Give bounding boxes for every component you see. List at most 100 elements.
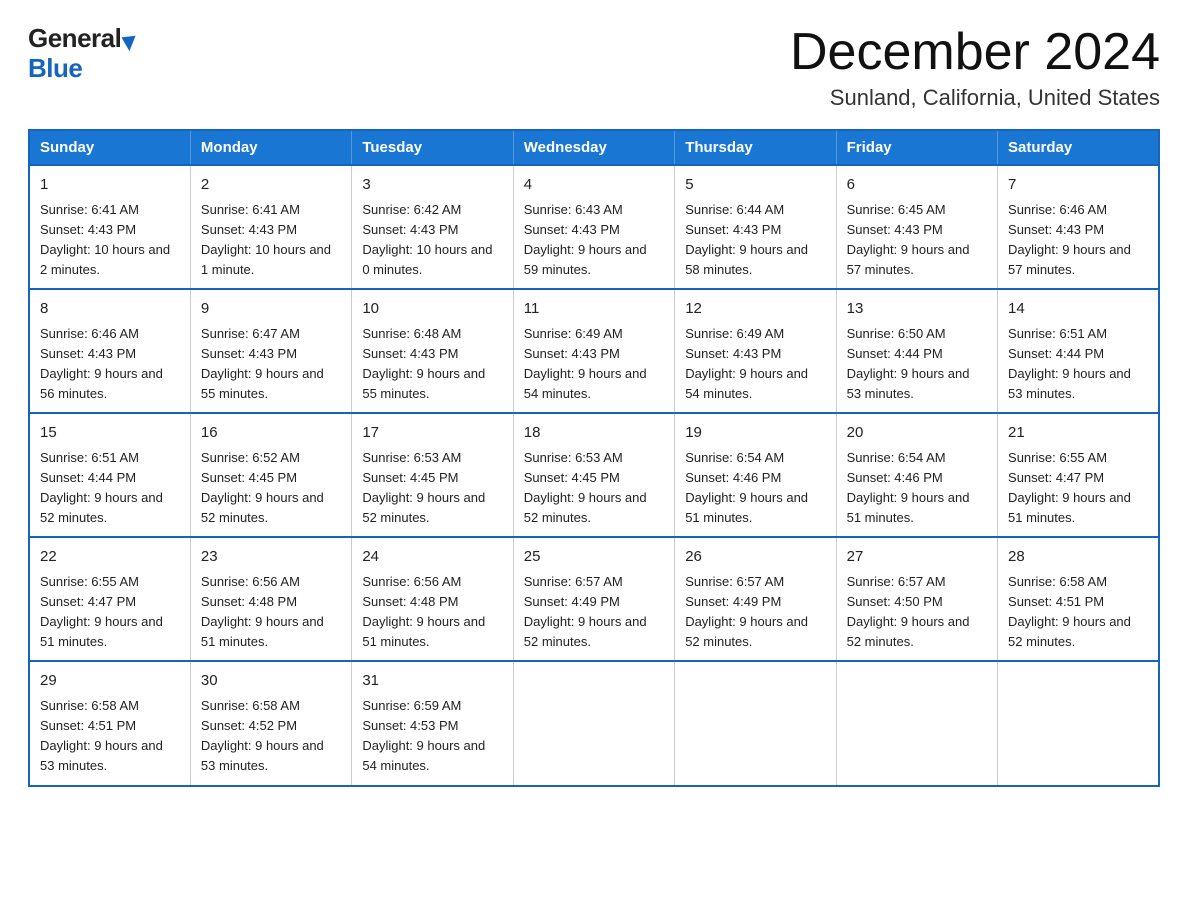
- calendar-weekday-saturday: Saturday: [998, 130, 1159, 165]
- day-number: 16: [201, 422, 341, 445]
- calendar-cell: 29 Sunrise: 6:58 AMSunset: 4:51 PMDaylig…: [29, 661, 190, 785]
- day-number: 18: [524, 422, 664, 445]
- calendar-cell: 27 Sunrise: 6:57 AMSunset: 4:50 PMDaylig…: [836, 537, 997, 661]
- calendar-cell: 7 Sunrise: 6:46 AMSunset: 4:43 PMDayligh…: [998, 165, 1159, 289]
- calendar-cell: 22 Sunrise: 6:55 AMSunset: 4:47 PMDaylig…: [29, 537, 190, 661]
- day-info: Sunrise: 6:56 AMSunset: 4:48 PMDaylight:…: [201, 574, 324, 649]
- logo: General Blue: [28, 24, 137, 84]
- day-info: Sunrise: 6:42 AMSunset: 4:43 PMDaylight:…: [362, 202, 492, 277]
- day-info: Sunrise: 6:58 AMSunset: 4:51 PMDaylight:…: [40, 698, 163, 773]
- day-number: 21: [1008, 422, 1148, 445]
- calendar-cell: 28 Sunrise: 6:58 AMSunset: 4:51 PMDaylig…: [998, 537, 1159, 661]
- calendar-cell: 1 Sunrise: 6:41 AMSunset: 4:43 PMDayligh…: [29, 165, 190, 289]
- calendar-cell: 8 Sunrise: 6:46 AMSunset: 4:43 PMDayligh…: [29, 289, 190, 413]
- day-number: 13: [847, 298, 987, 321]
- day-number: 23: [201, 546, 341, 569]
- calendar-cell: [998, 661, 1159, 785]
- calendar-week-row: 15 Sunrise: 6:51 AMSunset: 4:44 PMDaylig…: [29, 413, 1159, 537]
- calendar-cell: 11 Sunrise: 6:49 AMSunset: 4:43 PMDaylig…: [513, 289, 674, 413]
- day-number: 2: [201, 174, 341, 197]
- day-info: Sunrise: 6:57 AMSunset: 4:50 PMDaylight:…: [847, 574, 970, 649]
- day-number: 15: [40, 422, 180, 445]
- calendar-cell: [675, 661, 836, 785]
- day-info: Sunrise: 6:46 AMSunset: 4:43 PMDaylight:…: [40, 326, 163, 401]
- day-info: Sunrise: 6:43 AMSunset: 4:43 PMDaylight:…: [524, 202, 647, 277]
- logo-blue-text: Blue: [28, 53, 82, 83]
- calendar-cell: [513, 661, 674, 785]
- calendar-cell: 26 Sunrise: 6:57 AMSunset: 4:49 PMDaylig…: [675, 537, 836, 661]
- day-info: Sunrise: 6:54 AMSunset: 4:46 PMDaylight:…: [685, 450, 808, 525]
- day-number: 26: [685, 546, 825, 569]
- day-info: Sunrise: 6:50 AMSunset: 4:44 PMDaylight:…: [847, 326, 970, 401]
- header: General Blue December 2024 Sunland, Cali…: [28, 24, 1160, 111]
- day-info: Sunrise: 6:59 AMSunset: 4:53 PMDaylight:…: [362, 698, 485, 773]
- calendar-cell: 25 Sunrise: 6:57 AMSunset: 4:49 PMDaylig…: [513, 537, 674, 661]
- day-info: Sunrise: 6:56 AMSunset: 4:48 PMDaylight:…: [362, 574, 485, 649]
- calendar-weekday-sunday: Sunday: [29, 130, 190, 165]
- page-subtitle: Sunland, California, United States: [790, 85, 1160, 111]
- title-area: December 2024 Sunland, California, Unite…: [790, 24, 1160, 111]
- calendar-cell: 9 Sunrise: 6:47 AMSunset: 4:43 PMDayligh…: [190, 289, 351, 413]
- day-info: Sunrise: 6:58 AMSunset: 4:51 PMDaylight:…: [1008, 574, 1131, 649]
- day-number: 25: [524, 546, 664, 569]
- day-info: Sunrise: 6:51 AMSunset: 4:44 PMDaylight:…: [40, 450, 163, 525]
- calendar-cell: 18 Sunrise: 6:53 AMSunset: 4:45 PMDaylig…: [513, 413, 674, 537]
- day-info: Sunrise: 6:48 AMSunset: 4:43 PMDaylight:…: [362, 326, 485, 401]
- calendar-cell: 20 Sunrise: 6:54 AMSunset: 4:46 PMDaylig…: [836, 413, 997, 537]
- day-number: 9: [201, 298, 341, 321]
- day-info: Sunrise: 6:58 AMSunset: 4:52 PMDaylight:…: [201, 698, 324, 773]
- day-info: Sunrise: 6:53 AMSunset: 4:45 PMDaylight:…: [362, 450, 485, 525]
- day-number: 20: [847, 422, 987, 445]
- logo-arrow-icon: [122, 29, 140, 51]
- calendar-table: SundayMondayTuesdayWednesdayThursdayFrid…: [28, 129, 1160, 786]
- calendar-cell: 14 Sunrise: 6:51 AMSunset: 4:44 PMDaylig…: [998, 289, 1159, 413]
- calendar-week-row: 29 Sunrise: 6:58 AMSunset: 4:51 PMDaylig…: [29, 661, 1159, 785]
- calendar-weekday-wednesday: Wednesday: [513, 130, 674, 165]
- day-info: Sunrise: 6:44 AMSunset: 4:43 PMDaylight:…: [685, 202, 808, 277]
- calendar-cell: 23 Sunrise: 6:56 AMSunset: 4:48 PMDaylig…: [190, 537, 351, 661]
- day-number: 31: [362, 670, 502, 693]
- calendar-weekday-monday: Monday: [190, 130, 351, 165]
- day-info: Sunrise: 6:41 AMSunset: 4:43 PMDaylight:…: [40, 202, 170, 277]
- calendar-cell: 24 Sunrise: 6:56 AMSunset: 4:48 PMDaylig…: [352, 537, 513, 661]
- day-info: Sunrise: 6:51 AMSunset: 4:44 PMDaylight:…: [1008, 326, 1131, 401]
- day-number: 29: [40, 670, 180, 693]
- calendar-weekday-friday: Friday: [836, 130, 997, 165]
- calendar-cell: 19 Sunrise: 6:54 AMSunset: 4:46 PMDaylig…: [675, 413, 836, 537]
- calendar-week-row: 22 Sunrise: 6:55 AMSunset: 4:47 PMDaylig…: [29, 537, 1159, 661]
- calendar-cell: 30 Sunrise: 6:58 AMSunset: 4:52 PMDaylig…: [190, 661, 351, 785]
- day-number: 4: [524, 174, 664, 197]
- day-number: 30: [201, 670, 341, 693]
- calendar-cell: 3 Sunrise: 6:42 AMSunset: 4:43 PMDayligh…: [352, 165, 513, 289]
- day-number: 19: [685, 422, 825, 445]
- day-info: Sunrise: 6:41 AMSunset: 4:43 PMDaylight:…: [201, 202, 331, 277]
- day-info: Sunrise: 6:52 AMSunset: 4:45 PMDaylight:…: [201, 450, 324, 525]
- calendar-weekday-tuesday: Tuesday: [352, 130, 513, 165]
- day-info: Sunrise: 6:54 AMSunset: 4:46 PMDaylight:…: [847, 450, 970, 525]
- day-number: 14: [1008, 298, 1148, 321]
- calendar-weekday-thursday: Thursday: [675, 130, 836, 165]
- day-number: 8: [40, 298, 180, 321]
- day-info: Sunrise: 6:57 AMSunset: 4:49 PMDaylight:…: [524, 574, 647, 649]
- page-title: December 2024: [790, 24, 1160, 81]
- calendar-cell: 21 Sunrise: 6:55 AMSunset: 4:47 PMDaylig…: [998, 413, 1159, 537]
- day-info: Sunrise: 6:45 AMSunset: 4:43 PMDaylight:…: [847, 202, 970, 277]
- day-info: Sunrise: 6:55 AMSunset: 4:47 PMDaylight:…: [40, 574, 163, 649]
- calendar-cell: 17 Sunrise: 6:53 AMSunset: 4:45 PMDaylig…: [352, 413, 513, 537]
- day-number: 6: [847, 174, 987, 197]
- calendar-cell: 10 Sunrise: 6:48 AMSunset: 4:43 PMDaylig…: [352, 289, 513, 413]
- calendar-cell: [836, 661, 997, 785]
- calendar-cell: 2 Sunrise: 6:41 AMSunset: 4:43 PMDayligh…: [190, 165, 351, 289]
- calendar-header-row: SundayMondayTuesdayWednesdayThursdayFrid…: [29, 130, 1159, 165]
- calendar-cell: 16 Sunrise: 6:52 AMSunset: 4:45 PMDaylig…: [190, 413, 351, 537]
- day-info: Sunrise: 6:53 AMSunset: 4:45 PMDaylight:…: [524, 450, 647, 525]
- calendar-cell: 15 Sunrise: 6:51 AMSunset: 4:44 PMDaylig…: [29, 413, 190, 537]
- day-number: 24: [362, 546, 502, 569]
- day-info: Sunrise: 6:47 AMSunset: 4:43 PMDaylight:…: [201, 326, 324, 401]
- logo-general-text: General: [28, 24, 121, 54]
- day-info: Sunrise: 6:46 AMSunset: 4:43 PMDaylight:…: [1008, 202, 1131, 277]
- day-number: 27: [847, 546, 987, 569]
- day-number: 10: [362, 298, 502, 321]
- calendar-cell: 5 Sunrise: 6:44 AMSunset: 4:43 PMDayligh…: [675, 165, 836, 289]
- day-number: 3: [362, 174, 502, 197]
